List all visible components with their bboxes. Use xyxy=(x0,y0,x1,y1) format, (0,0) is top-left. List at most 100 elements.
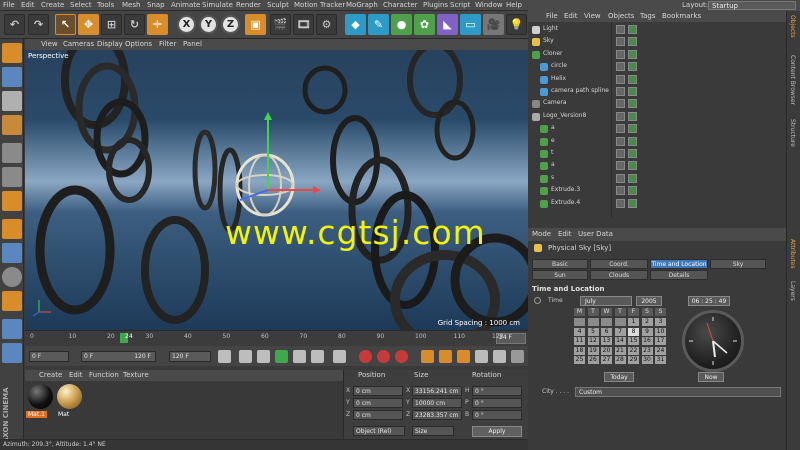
object-row[interactable]: circle xyxy=(528,61,786,73)
object-row[interactable]: Sky xyxy=(528,36,786,48)
enable-check-icon[interactable] xyxy=(628,136,637,146)
workplane-icon[interactable] xyxy=(2,115,22,135)
menu-file[interactable]: File xyxy=(3,1,15,9)
menu-help[interactable]: Help xyxy=(506,1,522,9)
tab-time-and-location[interactable]: Time and Location xyxy=(650,259,708,269)
menu-script[interactable]: Script xyxy=(450,1,470,9)
side-tab-objects[interactable]: Objects xyxy=(789,15,796,38)
go-to-end-button[interactable] xyxy=(333,350,346,363)
redo-button[interactable]: ↷ xyxy=(28,14,49,35)
interpolation-button[interactable] xyxy=(511,350,524,363)
object-menu-tags[interactable]: Tags xyxy=(640,12,656,20)
apply-button[interactable]: Apply xyxy=(472,426,522,437)
x-axis-toggle[interactable]: X xyxy=(177,15,196,34)
side-tab-attributes[interactable]: Attributes xyxy=(789,239,796,269)
rotation-p-field[interactable]: 0 ° xyxy=(472,398,522,408)
rotate-tool-button[interactable]: ↻ xyxy=(124,14,145,35)
material-swatch-mat1[interactable] xyxy=(28,384,53,409)
menu-motion-tracker[interactable]: Motion Tracker xyxy=(294,1,345,9)
polygons-mode-icon[interactable] xyxy=(2,191,22,211)
enable-check-icon[interactable] xyxy=(628,62,637,72)
enable-check-icon[interactable] xyxy=(628,173,637,183)
object-menu-view[interactable]: View xyxy=(584,12,601,20)
record-pla-button[interactable] xyxy=(493,350,506,363)
visibility-toggle[interactable] xyxy=(616,99,625,109)
viewport-menu-cameras[interactable]: Cameras xyxy=(63,40,94,48)
calendar-day[interactable]: 31 xyxy=(655,356,666,364)
calendar-day[interactable]: 24 xyxy=(655,346,666,355)
position-z-field[interactable]: 0 cm xyxy=(353,410,403,420)
go-to-start-button[interactable] xyxy=(218,350,231,363)
keyframe-selection-button[interactable] xyxy=(395,350,408,363)
side-tab-layers[interactable]: Layers xyxy=(789,281,796,301)
calendar-day[interactable]: 21 xyxy=(614,346,626,355)
calendar-day[interactable]: 3 xyxy=(655,318,666,326)
calendar-day[interactable]: 30 xyxy=(641,356,653,364)
city-dropdown[interactable]: Custom xyxy=(575,387,781,397)
tab-sun[interactable]: Sun xyxy=(532,270,588,280)
tab-coord[interactable]: Coord. xyxy=(590,259,648,269)
visibility-toggle[interactable] xyxy=(616,111,625,121)
calendar-day[interactable]: 15 xyxy=(628,337,639,345)
menu-plugins[interactable]: Plugins xyxy=(423,1,448,9)
size-z-field[interactable]: 23283.357 cm xyxy=(412,410,462,420)
menu-sculpt[interactable]: Sculpt xyxy=(267,1,289,9)
calendar-day[interactable]: 23 xyxy=(641,346,653,355)
model-mode-icon[interactable] xyxy=(2,67,22,87)
calendar-day[interactable]: 26 xyxy=(587,356,599,364)
floor-button[interactable]: ▭ xyxy=(460,14,481,35)
calendar-day[interactable] xyxy=(587,318,599,326)
record-rotation-button[interactable] xyxy=(457,350,470,363)
object-row[interactable]: Camera xyxy=(528,98,786,110)
rotation-h-field[interactable]: 0 ° xyxy=(472,386,522,396)
tab-basic[interactable]: Basic xyxy=(532,259,588,269)
attr-menu-edit[interactable]: Edit xyxy=(558,230,572,238)
menu-mograph[interactable]: MoGraph xyxy=(346,1,378,9)
previous-frame-button[interactable] xyxy=(257,350,270,363)
grid-icon[interactable] xyxy=(2,319,22,339)
visibility-toggle[interactable] xyxy=(616,173,625,183)
clock-time-field[interactable]: 06 : 25 : 49 xyxy=(688,296,730,306)
render-settings-button[interactable]: ⚙ xyxy=(316,14,337,35)
side-tab-structure[interactable]: Structure xyxy=(789,119,796,147)
object-menu-edit[interactable]: Edit xyxy=(564,12,578,20)
year-field[interactable]: 2005 xyxy=(636,296,662,306)
menu-render[interactable]: Render xyxy=(236,1,261,9)
material-menu-texture[interactable]: Texture xyxy=(123,371,149,379)
attr-menu-mode[interactable]: Mode xyxy=(532,230,551,238)
material-swatch-mat[interactable] xyxy=(57,384,82,409)
scale-tool-button[interactable]: ⊞ xyxy=(101,14,122,35)
enable-check-icon[interactable] xyxy=(628,149,637,158)
calendar-day[interactable]: 9 xyxy=(641,327,653,336)
calendar-day[interactable]: 7 xyxy=(614,327,626,336)
object-row[interactable]: t xyxy=(528,148,786,160)
object-row[interactable]: Helix xyxy=(528,74,786,86)
object-row[interactable]: Logo_Version8 xyxy=(528,111,786,123)
calendar-day[interactable]: 5 xyxy=(587,327,599,336)
enable-check-icon[interactable] xyxy=(628,111,637,121)
recent-tools-button[interactable]: ✛ xyxy=(147,14,168,35)
record-key-button[interactable] xyxy=(359,350,372,363)
visibility-toggle[interactable] xyxy=(616,74,625,84)
menu-edit[interactable]: Edit xyxy=(21,1,35,9)
calendar-day[interactable]: 12 xyxy=(587,337,599,345)
cube-object-button[interactable]: ◆ xyxy=(345,14,366,35)
light-button[interactable]: 💡 xyxy=(506,14,527,35)
calendar-day[interactable]: 14 xyxy=(614,337,626,345)
menu-simulate[interactable]: Simulate xyxy=(202,1,233,9)
lock-workplane-icon[interactable] xyxy=(2,343,22,363)
previous-key-button[interactable] xyxy=(239,350,252,363)
menu-tools[interactable]: Tools xyxy=(97,1,114,9)
tweak-mode-icon[interactable] xyxy=(2,243,22,263)
menu-window[interactable]: Window xyxy=(475,1,503,9)
viewport-menu-panel[interactable]: Panel xyxy=(183,40,202,48)
menu-mesh[interactable]: Mesh xyxy=(122,1,140,9)
calendar-day[interactable]: 27 xyxy=(601,356,612,364)
calendar-day[interactable]: 8 xyxy=(628,327,639,336)
render-picture-viewer-button[interactable]: 🎞 xyxy=(293,14,314,35)
object-row[interactable]: camera path spline xyxy=(528,86,786,98)
axis-mode-icon[interactable] xyxy=(2,219,22,239)
next-key-button[interactable] xyxy=(311,350,324,363)
object-menu-file[interactable]: File xyxy=(546,12,558,20)
play-button[interactable] xyxy=(275,350,288,363)
